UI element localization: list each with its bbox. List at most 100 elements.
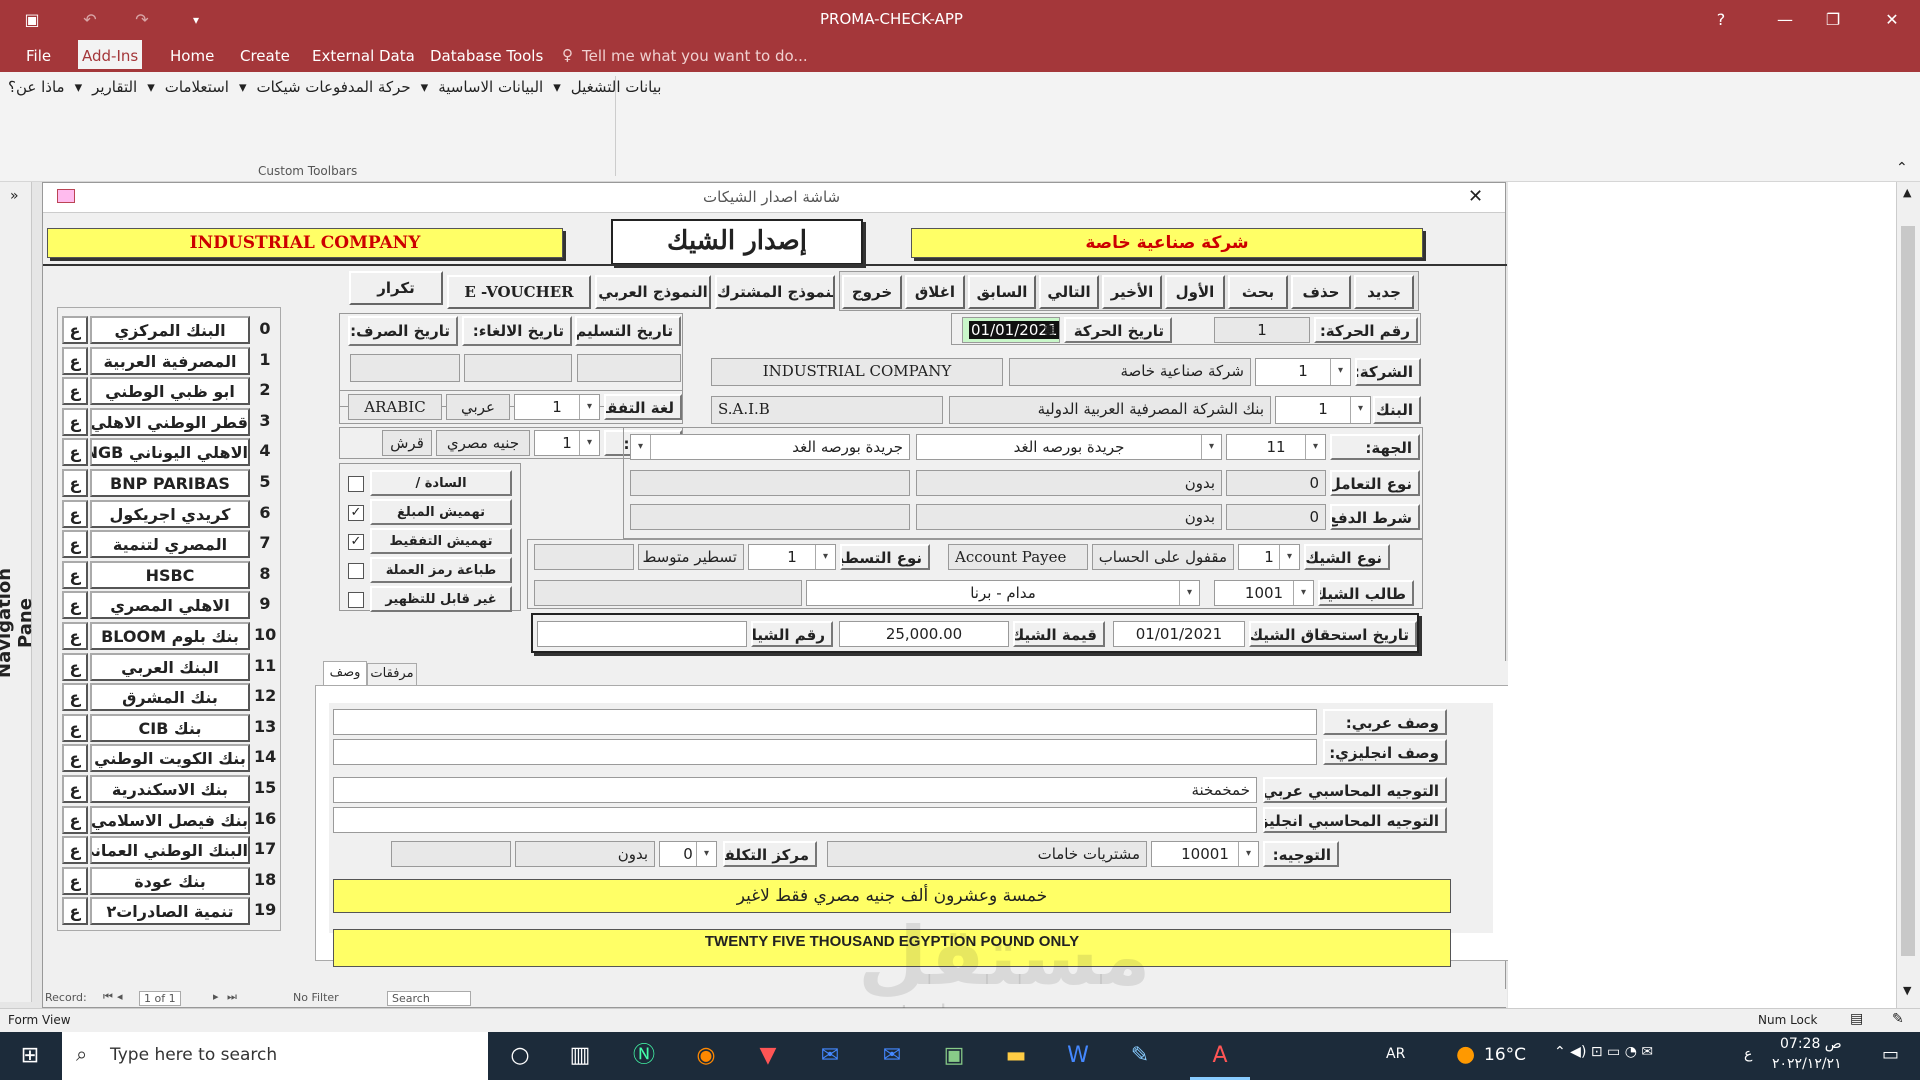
routing-select[interactable]: 10001 ▾ [1151, 841, 1259, 867]
delivery-date-field[interactable] [577, 354, 681, 382]
bank-name[interactable]: المصرفية العربية [90, 346, 250, 375]
collapse-ribbon-icon[interactable]: ⌃ [1896, 160, 1908, 176]
bank-open-button[interactable]: ع [62, 622, 88, 650]
party-select[interactable]: 11 ▾ [1226, 434, 1326, 460]
clock-date[interactable]: ٢٠٢٢/١٢/٢١ [1772, 1056, 1842, 1072]
next-button[interactable]: التالي [1039, 275, 1099, 309]
bank-open-button[interactable]: ع [62, 775, 88, 803]
menu-item[interactable]: حركة المدفوعات شيكات [256, 78, 410, 96]
windows-start-icon[interactable]: ⊞ [0, 1032, 60, 1080]
bank-open-button[interactable]: ع [62, 530, 88, 559]
explorer-icon[interactable]: ▬ [986, 1032, 1046, 1080]
tab-create[interactable]: Create [236, 40, 294, 72]
taskbar-search[interactable]: ⌕ Type here to search [62, 1032, 488, 1080]
calendar-icon[interactable]: ▦ [1044, 322, 1055, 336]
bank-open-button[interactable]: ع [62, 560, 88, 589]
bank-name[interactable]: BNP PARIBAS [90, 469, 250, 497]
search-button[interactable]: بحث [1228, 275, 1288, 309]
chevron-down-icon[interactable]: ▾ [1279, 545, 1299, 569]
check-type-select[interactable]: 1 ▾ [1238, 544, 1300, 570]
scroll-up-icon[interactable]: ▲ [1903, 186, 1911, 199]
chevron-down-icon[interactable]: ▾ [1350, 397, 1370, 423]
check-value-field[interactable]: 25,000.00 [839, 621, 1009, 647]
bank-name[interactable]: تنمية الصادرات٢ [90, 897, 250, 926]
acct-ar-field[interactable]: خمخمخنة [333, 777, 1257, 803]
tafkit-lang-select[interactable]: 1 ▾ [514, 394, 600, 420]
search-box[interactable]: Search [387, 991, 471, 1006]
navigation-pane[interactable]: » Navigation Pane [0, 182, 36, 1002]
bank-name[interactable]: كريدي اجريكول [90, 499, 250, 528]
bank-open-button[interactable]: ع [62, 652, 88, 681]
bank-name[interactable]: بنك الاسكندرية [90, 775, 250, 803]
bank-name[interactable]: البنك العربي [90, 652, 250, 681]
check-no-field[interactable] [537, 621, 747, 647]
next-record-icon[interactable]: ▸ [213, 990, 219, 1003]
input-language[interactable]: AR [1386, 1046, 1405, 1062]
checkbox[interactable] [348, 592, 364, 608]
tab-home[interactable]: Home [166, 40, 218, 72]
bank-open-button[interactable]: ع [62, 713, 88, 742]
bank-name[interactable]: بنك الكويت الوطني [90, 744, 250, 773]
acct-en-field[interactable] [333, 807, 1257, 833]
checkbox[interactable]: ✓ [348, 505, 364, 521]
bank-name[interactable]: الاهلي اليوناني NGB [90, 438, 250, 467]
bank-open-button[interactable]: ع [62, 469, 88, 497]
cost-center-select[interactable]: 0 ▾ [659, 841, 717, 867]
form-view-icon[interactable]: ▤ [1850, 1011, 1863, 1027]
close-form-button[interactable]: اغلاق [905, 275, 965, 309]
repeat-button[interactable]: تكرار [349, 271, 443, 305]
cancel-date-field[interactable] [464, 354, 572, 382]
help-button[interactable]: ? [1705, 4, 1737, 36]
bank-open-button[interactable]: ع [62, 897, 88, 926]
bank-name[interactable]: بنك بلوم BLOOM [90, 622, 250, 650]
last-record-icon[interactable]: ⏭ [227, 990, 237, 1004]
word-icon[interactable]: W [1048, 1032, 1108, 1080]
record-position[interactable]: 1 of 1 [139, 991, 181, 1006]
checkbox[interactable] [348, 476, 364, 492]
pay-no[interactable]: 0 [1226, 504, 1326, 530]
exit-button[interactable]: خروج [842, 275, 902, 309]
tab-description[interactable]: وصف [323, 661, 367, 685]
requester-select[interactable]: 1001 ▾ [1214, 580, 1314, 606]
cortana-icon[interactable]: ○ [490, 1032, 550, 1080]
tab-add-ins[interactable]: Add-Ins [78, 40, 143, 72]
tab-external-data[interactable]: External Data [308, 40, 419, 72]
due-date-field[interactable]: 01/01/2021 [1113, 621, 1245, 647]
bank-name[interactable]: بنك المشرق [90, 683, 250, 712]
bank-name[interactable]: بنك عودة [90, 866, 250, 895]
scrollbar[interactable]: ▲ ▼ [1896, 182, 1920, 1008]
checkbox[interactable] [348, 563, 364, 579]
weather-icon[interactable]: ● [1456, 1042, 1475, 1067]
save-icon[interactable]: ▣ [16, 4, 48, 36]
line-type-select[interactable]: 1 ▾ [748, 544, 836, 570]
bank-open-button[interactable]: ع [62, 377, 88, 406]
chevron-down-icon[interactable]: ▾ [815, 545, 835, 569]
task-view-icon[interactable]: ▥ [550, 1032, 610, 1080]
tray-icons[interactable]: ⌃ ◀) ⊡ ▭ ◔ ✉ [1554, 1044, 1653, 1060]
scroll-down-icon[interactable]: ▼ [1903, 984, 1911, 997]
brave-icon[interactable]: ▼ [738, 1032, 798, 1080]
design-view-icon[interactable]: ✎ [1892, 1011, 1904, 1027]
chevron-down-icon[interactable]: ▾ [579, 431, 599, 455]
first-button[interactable]: الأول [1165, 275, 1225, 309]
restore-button[interactable]: ❐ [1817, 4, 1849, 36]
menu-item[interactable]: بيانات التشغيل [571, 78, 662, 96]
undo-icon[interactable]: ↶ [74, 4, 106, 36]
bank-open-button[interactable]: ع [62, 499, 88, 528]
bank-open-button[interactable]: ع [62, 866, 88, 895]
app-icon[interactable]: Ⓝ [614, 1032, 674, 1080]
mail-icon[interactable]: ✉ [800, 1032, 860, 1080]
outlook-icon[interactable]: ✉ [862, 1032, 922, 1080]
e-voucher-button[interactable]: E -VOUCHER [447, 275, 591, 309]
menu-item[interactable]: ماذا عن؟ [8, 78, 65, 96]
bank-open-button[interactable]: ع [62, 316, 88, 344]
party-b-select[interactable]: جريدة بورصه الغد ▾ [630, 434, 910, 460]
desc-en-field[interactable] [333, 739, 1317, 765]
bank-open-button[interactable]: ع [62, 346, 88, 375]
menu-item[interactable]: البيانات الاساسية [438, 78, 543, 96]
new-button[interactable]: جديد [1354, 275, 1414, 309]
notifications-icon[interactable]: ▭ [1882, 1044, 1899, 1065]
chevron-down-icon[interactable]: ▾ [1293, 581, 1313, 605]
desc-ar-field[interactable] [333, 709, 1317, 735]
chevron-down-icon[interactable]: ▾ [1238, 842, 1258, 866]
